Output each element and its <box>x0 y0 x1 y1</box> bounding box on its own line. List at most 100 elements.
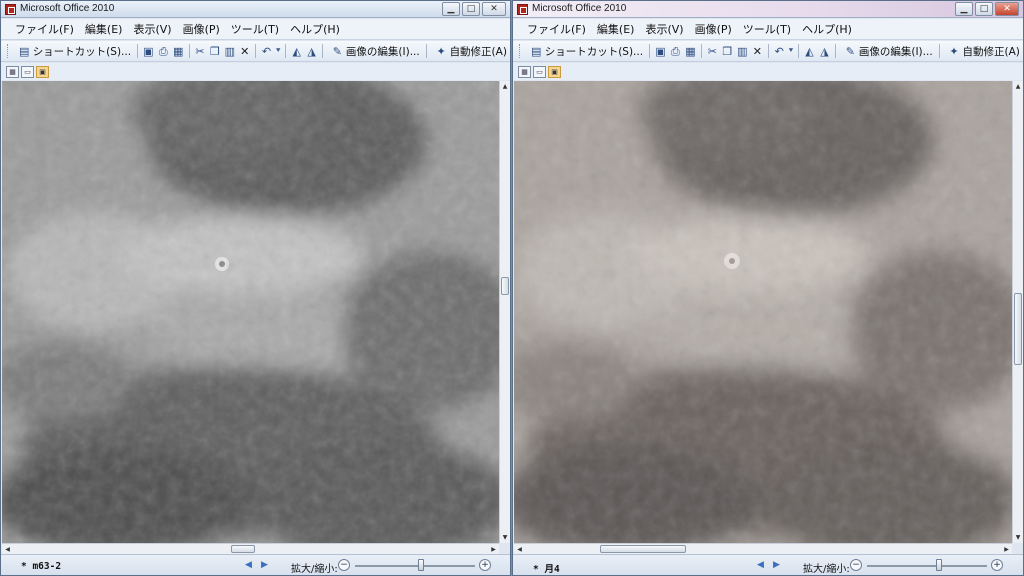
zoom-out-icon[interactable]: − <box>338 559 350 571</box>
previous-image-icon[interactable]: ◀ <box>757 560 764 570</box>
zoom-slider-thumb[interactable] <box>936 559 942 571</box>
single-view-icon[interactable]: ▣ <box>548 65 561 78</box>
rotate-left-icon[interactable]: ◭ <box>291 45 302 58</box>
window-title: Microsoft Office 2010 <box>20 3 115 14</box>
zoom-out-icon[interactable]: − <box>850 559 862 571</box>
menu-tools[interactable]: ツール(T) <box>743 21 791 37</box>
toolbar-grip[interactable] <box>519 44 522 58</box>
toolbar-separator <box>798 44 799 58</box>
zoom-in-icon[interactable]: + <box>479 559 491 571</box>
menu-edit[interactable]: 編集(E) <box>85 21 123 37</box>
menu-view[interactable]: 表示(V) <box>645 21 683 37</box>
view-bar: ▦ ▭ ▣ <box>513 63 1023 80</box>
auto-fix-icon: ✦ <box>436 44 446 58</box>
shortcut-button[interactable]: ▤ ショートカット(S)... <box>16 44 131 59</box>
vertical-scroll-thumb[interactable] <box>1014 293 1022 365</box>
menu-view[interactable]: 表示(V) <box>133 21 171 37</box>
print-icon[interactable]: ⎙ <box>158 45 169 58</box>
edit-image-button[interactable]: ✎ 画像の編集(I)... <box>329 44 420 59</box>
scroll-up-icon[interactable]: ▲ <box>500 81 510 92</box>
horizontal-scroll-thumb[interactable] <box>231 545 255 553</box>
scroll-up-icon[interactable]: ▲ <box>1013 81 1023 92</box>
image-canvas[interactable] <box>2 81 499 543</box>
delete-icon[interactable]: ✕ <box>752 45 763 58</box>
menu-tools[interactable]: ツール(T) <box>231 21 279 37</box>
title-bar[interactable]: Microsoft Office 2010 ▁ □ ✕ <box>513 1 1023 18</box>
auto-fix-button[interactable]: ✦ 自動修正(A) <box>946 44 1020 59</box>
print-icon[interactable]: ⎙ <box>670 45 681 58</box>
status-bar: * m63-2 ◀ ▶ 拡大/縮小: − + <box>1 554 510 575</box>
close-button[interactable]: ✕ <box>995 2 1019 16</box>
menu-edit[interactable]: 編集(E) <box>597 21 635 37</box>
filmstrip-view-icon[interactable]: ▭ <box>21 65 34 78</box>
menu-file[interactable]: ファイル(F) <box>15 21 74 37</box>
shortcut-icon: ▤ <box>18 44 30 58</box>
cut-icon[interactable]: ✂ <box>707 45 718 58</box>
horizontal-scroll-thumb[interactable] <box>600 545 686 553</box>
save-icon[interactable]: ▣ <box>655 45 666 58</box>
zoom-in-icon[interactable]: + <box>991 559 1003 571</box>
vertical-scroll-thumb[interactable] <box>501 277 509 295</box>
next-image-icon[interactable]: ▶ <box>261 560 268 570</box>
menu-bar: ファイル(F) 編集(E) 表示(V) 画像(P) ツール(T) ヘルプ(H) <box>513 19 1023 40</box>
chevron-down-icon[interactable]: ⯆ <box>275 46 281 56</box>
scroll-down-icon[interactable]: ▼ <box>500 532 510 543</box>
close-button[interactable]: ✕ <box>482 2 506 16</box>
file-name: * m63-2 <box>21 561 62 572</box>
undo-icon[interactable]: ↶ <box>261 45 272 58</box>
auto-fix-label: 自動修正(A) <box>449 45 507 58</box>
paste-icon[interactable]: ▥ <box>737 45 748 58</box>
horizontal-scrollbar[interactable]: ◀ ▶ <box>2 543 499 554</box>
menu-help[interactable]: ヘルプ(H) <box>802 21 852 37</box>
menu-bar: ファイル(F) 編集(E) 表示(V) 画像(P) ツール(T) ヘルプ(H) <box>1 19 510 40</box>
toolbar-grip[interactable] <box>7 44 10 58</box>
next-image-icon[interactable]: ▶ <box>773 560 780 570</box>
rotate-left-icon[interactable]: ◭ <box>804 45 815 58</box>
rotate-right-icon[interactable]: ◮ <box>819 45 830 58</box>
thumbnail-view-icon[interactable]: ▦ <box>6 65 19 78</box>
menu-help[interactable]: ヘルプ(H) <box>290 21 340 37</box>
maximize-button[interactable]: □ <box>462 2 480 16</box>
edit-image-icon: ✎ <box>332 44 343 58</box>
window-title: Microsoft Office 2010 <box>532 3 627 14</box>
image-canvas[interactable] <box>514 81 1012 543</box>
shortcut-button[interactable]: ▤ ショートカット(S)... <box>528 44 643 59</box>
menu-image[interactable]: 画像(P) <box>695 21 732 37</box>
copy-icon[interactable]: ❐ <box>722 45 733 58</box>
horizontal-scrollbar[interactable]: ◀ ▶ <box>514 543 1012 554</box>
shortcut-icon: ▤ <box>531 44 542 58</box>
single-view-icon[interactable]: ▣ <box>36 65 49 78</box>
previous-image-icon[interactable]: ◀ <box>245 560 252 570</box>
scan-icon[interactable]: ▦ <box>173 45 184 58</box>
title-bar[interactable]: Microsoft Office 2010 ▁ □ ✕ <box>1 1 510 18</box>
maximize-button[interactable]: □ <box>975 2 993 16</box>
vertical-scrollbar[interactable]: ▲ ▼ <box>499 81 510 543</box>
cut-icon[interactable]: ✂ <box>195 45 206 58</box>
edit-image-button[interactable]: ✎ 画像の編集(I)... <box>842 44 933 59</box>
paste-icon[interactable]: ▥ <box>224 45 235 58</box>
save-icon[interactable]: ▣ <box>143 45 154 58</box>
minimize-button[interactable]: ▁ <box>955 2 973 16</box>
delete-icon[interactable]: ✕ <box>239 45 250 58</box>
menu-image[interactable]: 画像(P) <box>183 21 220 37</box>
zoom-slider[interactable] <box>867 565 987 567</box>
toolbar-separator <box>285 44 287 58</box>
filmstrip-view-icon[interactable]: ▭ <box>533 65 546 78</box>
undo-icon[interactable]: ↶ <box>774 45 785 58</box>
copy-icon[interactable]: ❐ <box>209 45 220 58</box>
scroll-down-icon[interactable]: ▼ <box>1013 532 1023 543</box>
zoom-slider[interactable] <box>355 565 475 567</box>
thumbnail-view-icon[interactable]: ▦ <box>518 65 531 78</box>
chevron-down-icon[interactable]: ⯆ <box>788 46 794 56</box>
rotate-right-icon[interactable]: ◮ <box>306 45 317 58</box>
maximize-icon: □ <box>979 4 989 14</box>
minimize-icon: ▁ <box>960 4 968 14</box>
minimize-button[interactable]: ▁ <box>442 2 460 16</box>
scan-icon[interactable]: ▦ <box>685 45 696 58</box>
vertical-scrollbar[interactable]: ▲ ▼ <box>1012 81 1023 543</box>
auto-fix-label: 自動修正(A) <box>962 45 1020 58</box>
zoom-slider-thumb[interactable] <box>418 559 424 571</box>
menu-file[interactable]: ファイル(F) <box>527 21 586 37</box>
lunar-image-grayscale <box>2 81 499 543</box>
auto-fix-button[interactable]: ✦ 自動修正(A) <box>433 44 507 59</box>
